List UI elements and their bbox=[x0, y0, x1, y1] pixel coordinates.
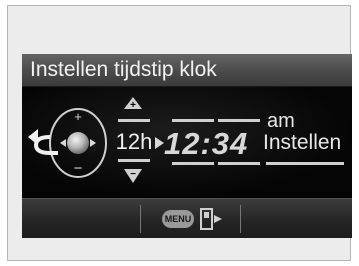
divider-right bbox=[240, 205, 241, 233]
display-screen: Instellen tijdstip klok + − + − 12h 12:3… bbox=[22, 54, 352, 238]
figure-frame: Instellen tijdstip klok + − + − 12h 12:3… bbox=[7, 5, 352, 261]
minute-top-line bbox=[218, 119, 260, 122]
hour-bottom-line bbox=[172, 162, 214, 165]
meridiem-label: am bbox=[267, 110, 295, 132]
title-bar: Instellen tijdstip klok bbox=[22, 54, 352, 87]
menu-button[interactable]: MENU bbox=[162, 210, 194, 228]
divider-left bbox=[140, 205, 141, 233]
clock-mode-value: 12h bbox=[115, 129, 153, 154]
minus-down-arrow-icon[interactable]: − bbox=[124, 169, 142, 183]
svg-text:−: − bbox=[74, 160, 83, 177]
set-underline bbox=[266, 162, 344, 165]
time-value[interactable]: 12:34 bbox=[164, 127, 248, 161]
exit-door-icon[interactable] bbox=[198, 207, 222, 231]
set-button[interactable]: Instellen bbox=[263, 131, 341, 155]
svg-text:+: + bbox=[130, 100, 136, 111]
back-arrow-icon[interactable] bbox=[28, 129, 58, 155]
svg-text:+: + bbox=[74, 109, 82, 124]
hour-top-line bbox=[172, 119, 214, 122]
plus-up-arrow-icon[interactable]: + bbox=[124, 97, 142, 111]
clock-mode-selector[interactable]: + − 12h bbox=[112, 95, 154, 187]
bottom-bar: MENU bbox=[22, 198, 352, 238]
clock-setting-panel: + − + − 12h 12:34 am Instellen bbox=[22, 87, 352, 197]
screen-title: Instellen tijdstip klok bbox=[30, 58, 217, 81]
minute-bottom-line bbox=[218, 162, 260, 165]
svg-text:−: − bbox=[130, 169, 136, 180]
control-dial-icon[interactable]: + − bbox=[24, 93, 114, 189]
right-arrow-icon bbox=[155, 137, 164, 149]
